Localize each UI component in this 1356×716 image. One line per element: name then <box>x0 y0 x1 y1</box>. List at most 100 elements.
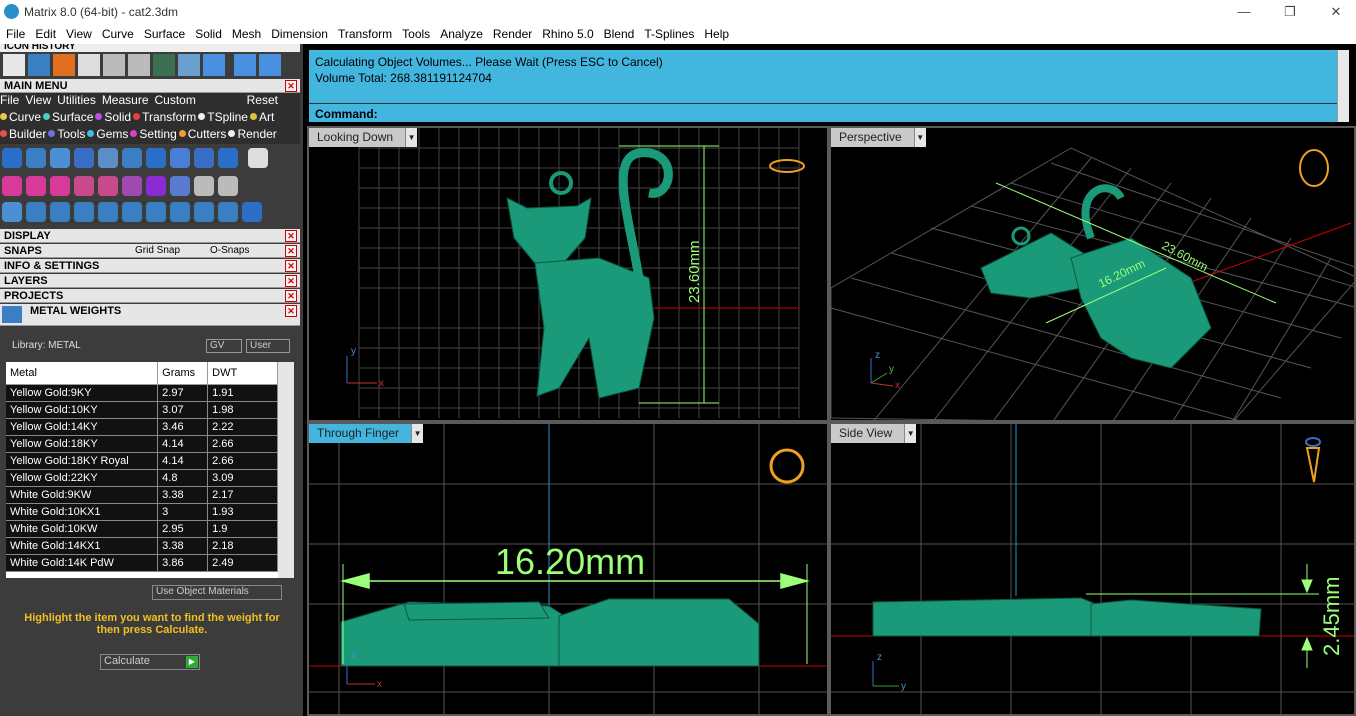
chevron-down-icon[interactable]: ▼ <box>405 128 418 147</box>
display-header[interactable]: DISPLAY ✕ <box>0 229 300 243</box>
menu-dimension[interactable]: Dimension <box>265 24 332 41</box>
cat-tspline[interactable]: TSpline <box>198 110 248 124</box>
table-row[interactable]: Yellow Gold:9KY 2.97 1.91 <box>6 384 278 402</box>
forward-arrow-icon[interactable] <box>259 54 281 76</box>
menu-surface[interactable]: Surface <box>138 24 189 41</box>
close-icon[interactable]: ✕ <box>285 305 297 317</box>
chevron-down-icon[interactable]: ▼ <box>904 424 917 443</box>
chevron-down-icon[interactable]: ▼ <box>913 128 926 147</box>
arrow-down-icon[interactable] <box>203 54 225 76</box>
back-arrow-icon[interactable] <box>234 54 256 76</box>
bail-icon[interactable] <box>194 148 214 168</box>
close-icon[interactable]: ✕ <box>285 260 297 272</box>
menu-rhino[interactable]: Rhino 5.0 <box>536 24 597 41</box>
split-icon[interactable] <box>98 176 118 196</box>
arc-icon[interactable] <box>26 202 46 222</box>
menu-tools[interactable]: Tools <box>396 24 434 41</box>
cat-art[interactable]: Art <box>249 110 274 124</box>
table-scrollbar[interactable] <box>278 362 294 578</box>
reset-button[interactable]: Reset <box>247 93 278 107</box>
table-row[interactable]: White Gold:10KW 2.95 1.9 <box>6 520 278 538</box>
table-row[interactable]: White Gold:14K PdW 3.86 2.49 <box>6 554 278 572</box>
mm-file[interactable]: File <box>0 93 19 107</box>
fillet-icon[interactable] <box>50 202 70 222</box>
table-row[interactable]: Yellow Gold:18KY Royal 4.14 2.66 <box>6 452 278 470</box>
table-row[interactable]: White Gold:14KX1 3.38 2.18 <box>6 537 278 555</box>
projects-header[interactable]: PROJECTS ✕ <box>0 289 300 303</box>
menu-edit[interactable]: Edit <box>29 24 60 41</box>
cut-icon[interactable] <box>218 202 238 222</box>
curve-tool-icon[interactable] <box>26 148 46 168</box>
menu-blend[interactable]: Blend <box>598 24 639 41</box>
dimension-icon[interactable] <box>103 54 125 76</box>
rotate-icon[interactable] <box>122 202 142 222</box>
menu-help[interactable]: Help <box>698 24 733 41</box>
panel-toggle-icon[interactable] <box>248 148 268 168</box>
use-object-materials-toggle[interactable]: Use Object Materials <box>152 585 282 600</box>
table-row[interactable]: Yellow Gold:18KY 4.14 2.66 <box>6 435 278 453</box>
prong-icon[interactable] <box>98 148 118 168</box>
viewport-side-view[interactable]: Side View ▼ 2.45mm zy <box>829 422 1356 716</box>
plus-icon[interactable] <box>2 176 22 196</box>
col-dwt[interactable]: DWT <box>207 362 278 385</box>
metal-weights-header[interactable]: METAL WEIGHTS ✕ <box>0 304 300 326</box>
menu-render[interactable]: Render <box>487 24 536 41</box>
viewport-perspective[interactable]: Perspective ▼ 23.60mm 16.20mm zyx <box>829 126 1356 422</box>
vertical-dimension-icon[interactable] <box>128 54 150 76</box>
mm-view[interactable]: View <box>25 93 51 107</box>
info-settings-header[interactable]: INFO & SETTINGS ✕ <box>0 259 300 273</box>
close-icon[interactable]: ✕ <box>285 275 297 287</box>
menu-analyze[interactable]: Analyze <box>434 24 487 41</box>
mirror-icon[interactable] <box>74 202 94 222</box>
circle-icon[interactable] <box>2 148 22 168</box>
cat-surface[interactable]: Surface <box>43 110 93 124</box>
sphere-icon[interactable] <box>153 54 175 76</box>
viewport-label[interactable]: Side View ▼ <box>831 424 917 443</box>
menu-view[interactable]: View <box>60 24 96 41</box>
scale-icon[interactable] <box>146 202 166 222</box>
menu-transform[interactable]: Transform <box>332 24 396 41</box>
snaps-header[interactable]: SNAPS Grid Snap O-Snaps ✕ <box>0 244 300 258</box>
grid-icon[interactable] <box>146 176 166 196</box>
intersect-icon[interactable] <box>74 176 94 196</box>
close-icon[interactable]: ✕ <box>285 80 297 92</box>
user-toggle[interactable]: User <box>246 339 290 353</box>
viewport-through-finger[interactable]: Through Finger ▼ 16.20mm z x <box>307 422 829 716</box>
menu-mesh[interactable]: Mesh <box>226 24 265 41</box>
minimize-button[interactable]: — <box>1231 2 1257 22</box>
check-icon[interactable] <box>170 176 190 196</box>
cat-gems[interactable]: Gems <box>87 127 128 141</box>
menu-tsplines[interactable]: T-Splines <box>638 24 698 41</box>
cat-builder[interactable]: Builder <box>0 127 46 141</box>
cat-solid[interactable]: Solid <box>95 110 131 124</box>
cat-render[interactable]: Render <box>228 127 277 141</box>
menu-solid[interactable]: Solid <box>189 24 226 41</box>
maximize-button[interactable]: ❐ <box>1277 2 1303 22</box>
calculate-button[interactable]: Calculate ▶ <box>100 654 200 670</box>
col-grams[interactable]: Grams <box>157 362 209 385</box>
save-icon[interactable] <box>3 54 25 76</box>
cat-cutters[interactable]: Cutters <box>178 127 226 141</box>
move-icon[interactable] <box>98 202 118 222</box>
plus-multi-icon[interactable] <box>26 176 46 196</box>
ring-icon[interactable] <box>50 148 70 168</box>
menu-curve[interactable]: Curve <box>96 24 138 41</box>
cat-setting[interactable]: Setting <box>130 127 177 141</box>
command-prompt[interactable]: Command: <box>315 107 378 121</box>
cone-icon[interactable] <box>122 148 142 168</box>
grid-snap-toggle[interactable]: Grid Snap <box>135 244 180 258</box>
link-icon[interactable] <box>122 176 142 196</box>
cat-transform[interactable]: Transform <box>133 110 196 124</box>
table-row[interactable]: White Gold:10KX1 3 1.93 <box>6 503 278 521</box>
ball-icon[interactable] <box>218 176 238 196</box>
text-icon[interactable] <box>78 54 100 76</box>
cat-curve[interactable]: Curve <box>0 110 41 124</box>
layers-header[interactable]: LAYERS ✕ <box>0 274 300 288</box>
gem-icon[interactable] <box>28 54 50 76</box>
copy-icon[interactable] <box>170 202 190 222</box>
layer-icon[interactable] <box>178 54 200 76</box>
command-scrollbar[interactable] <box>1337 50 1349 122</box>
chevron-down-icon[interactable]: ▼ <box>411 424 424 443</box>
shield-icon[interactable] <box>170 148 190 168</box>
close-button[interactable]: ✕ <box>1323 2 1349 22</box>
